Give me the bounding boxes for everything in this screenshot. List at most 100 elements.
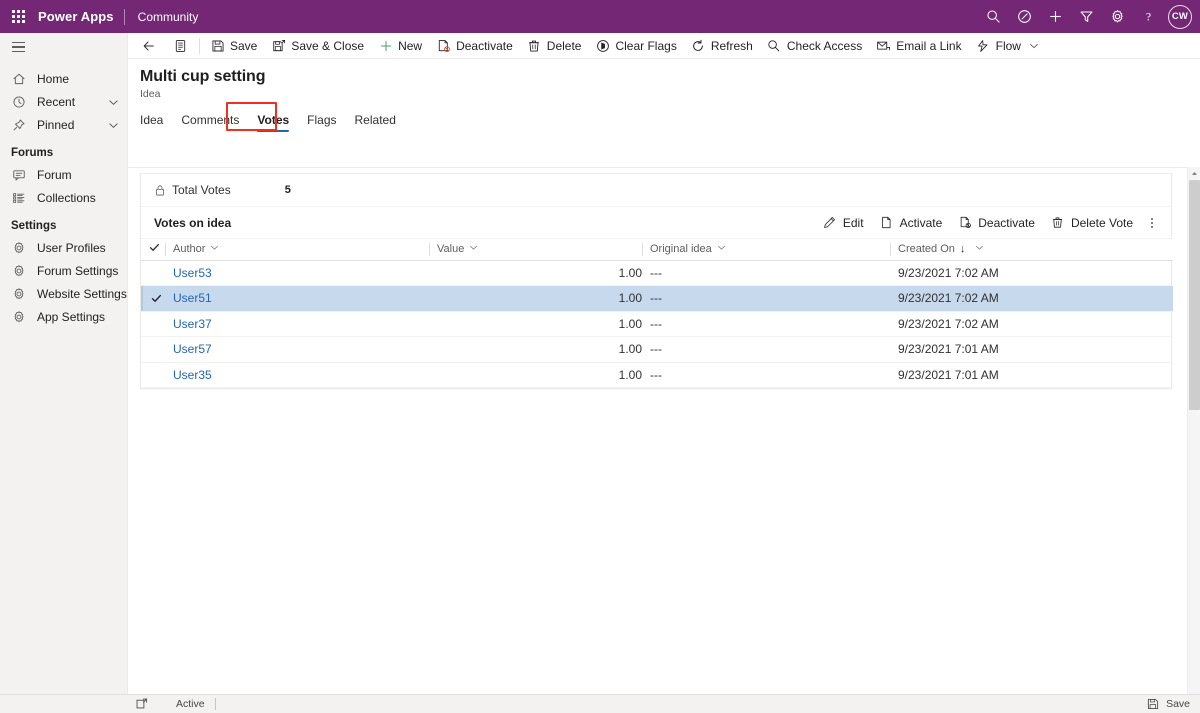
clear-flags-button[interactable]: Clear Flags <box>588 33 683 59</box>
author-link[interactable]: User37 <box>173 317 212 331</box>
sidebar-item-label: Collections <box>37 191 96 205</box>
sidebar-item-forum[interactable]: Forum <box>0 164 127 186</box>
hamburger-icon <box>12 42 25 52</box>
deactivate-button[interactable]: Deactivate <box>429 33 520 59</box>
assistant-button[interactable] <box>1009 0 1040 33</box>
svg-text:?: ? <box>1146 11 1151 24</box>
tab-comments[interactable]: Comments <box>172 113 248 134</box>
sidebar-item-home[interactable]: Home <box>0 68 127 90</box>
plus-icon <box>378 38 393 53</box>
command-label: Refresh <box>710 38 753 53</box>
tab-idea[interactable]: Idea <box>140 113 172 134</box>
delete-button[interactable]: Delete <box>520 33 589 59</box>
form-selector-button[interactable] <box>165 33 196 59</box>
deactivate-button[interactable]: Deactivate <box>950 210 1043 236</box>
activate-button[interactable]: Activate <box>872 210 951 236</box>
chevron-down-icon[interactable] <box>717 243 726 255</box>
cell-value: 1.00 <box>429 311 642 337</box>
sidebar-item-user-profiles[interactable]: User Profiles <box>0 237 127 259</box>
tab-votes[interactable]: Votes <box>248 113 298 134</box>
save-button[interactable]: Save <box>203 33 264 59</box>
refresh-button[interactable]: Refresh <box>684 33 760 59</box>
author-link[interactable]: User57 <box>173 342 212 356</box>
environment-name[interactable]: Community <box>125 10 199 24</box>
sitemap-toggle-button[interactable] <box>0 33 128 61</box>
statusbar-save-button[interactable]: Save <box>1145 696 1200 712</box>
flow-button[interactable]: Flow <box>969 33 1046 59</box>
column-header-label: Created On <box>898 243 955 256</box>
sidebar-item-recent[interactable]: Recent <box>0 91 127 113</box>
new-button[interactable]: New <box>371 33 429 59</box>
record-status-label: Active <box>176 698 205 710</box>
chevron-down-icon[interactable] <box>108 120 119 131</box>
total-votes-value: 5 <box>284 184 291 196</box>
power-apps-window: Power Apps Community ? CW Home Recent Pi… <box>0 0 1200 713</box>
table-row[interactable]: User35 1.00 --- 9/23/2021 7:01 AM <box>141 362 1173 388</box>
row-checkbox[interactable] <box>141 311 165 337</box>
command-label: Check Access <box>786 38 863 53</box>
sidebar-item-website-settings[interactable]: Website Settings <box>0 283 127 305</box>
row-checkbox[interactable] <box>141 260 165 286</box>
author-link[interactable]: User53 <box>173 266 212 280</box>
table-row[interactable]: User57 1.00 --- 9/23/2021 7:01 AM <box>141 336 1173 363</box>
cell-value: 1.00 <box>429 285 642 312</box>
author-link[interactable]: User51 <box>173 291 212 305</box>
scroll-up-button[interactable] <box>1188 167 1200 180</box>
new-button[interactable] <box>1040 0 1071 33</box>
save-and-close-button[interactable]: Save & Close <box>264 33 371 59</box>
row-checkbox[interactable] <box>141 336 165 363</box>
sidebar-item-forum-settings[interactable]: Forum Settings <box>0 260 127 282</box>
waffle-icon <box>11 10 25 23</box>
tab-content-region: Total Votes 5 Votes on idea Edit Activat… <box>128 167 1200 713</box>
subgrid-command-label: Edit <box>842 215 864 230</box>
tab-related[interactable]: Related <box>346 113 405 134</box>
vertical-scrollbar[interactable] <box>1187 167 1200 713</box>
chevron-down-icon[interactable] <box>108 97 119 108</box>
app-launcher-button[interactable] <box>0 0 36 33</box>
table-row[interactable]: User37 1.00 --- 9/23/2021 7:02 AM <box>141 311 1173 337</box>
delete-vote-button[interactable]: Delete Vote <box>1043 210 1141 236</box>
scrollbar-thumb[interactable] <box>1189 180 1200 410</box>
command-label: Delete <box>546 38 582 53</box>
gear-icon <box>11 286 27 302</box>
cell-original-idea: --- <box>642 362 890 388</box>
sidebar-item-app-settings[interactable]: App Settings <box>0 306 127 328</box>
settings-button[interactable] <box>1102 0 1133 33</box>
column-header-value[interactable]: Value <box>429 239 642 261</box>
back-button[interactable] <box>132 33 165 59</box>
author-link[interactable]: User35 <box>173 368 212 382</box>
table-row[interactable]: User53 1.00 --- 9/23/2021 7:02 AM <box>141 260 1173 286</box>
arrow-left-icon <box>141 38 156 53</box>
command-label: Flow <box>995 38 1021 53</box>
overflow-menu-button[interactable] <box>1141 210 1163 236</box>
edit-button[interactable]: Edit <box>815 210 872 236</box>
tab-flags[interactable]: Flags <box>298 113 345 134</box>
chevron-down-icon[interactable] <box>1026 41 1039 51</box>
chevron-down-icon[interactable] <box>469 243 478 255</box>
chevron-down-icon[interactable] <box>975 243 984 255</box>
flow-icon <box>976 38 991 53</box>
row-checkbox[interactable] <box>141 362 165 388</box>
select-all-header[interactable] <box>141 239 165 261</box>
check-access-button[interactable]: Check Access <box>760 33 869 59</box>
filter-button[interactable] <box>1071 0 1102 33</box>
chevron-down-icon[interactable] <box>210 243 219 255</box>
command-label: Save & Close <box>291 38 365 53</box>
brand-title[interactable]: Power Apps <box>36 9 124 24</box>
sidebar-item-collections[interactable]: Collections <box>0 187 127 209</box>
user-avatar[interactable]: CW <box>1168 4 1192 29</box>
search-button[interactable] <box>978 0 1009 33</box>
row-checkbox[interactable] <box>141 285 165 312</box>
help-button[interactable]: ? <box>1133 0 1164 33</box>
email-a-link-button[interactable]: Email a Link <box>869 33 968 59</box>
column-header-created-on[interactable]: Created On ↓ <box>890 239 1173 261</box>
checkmark-icon <box>149 291 163 305</box>
sidebar-item-pinned[interactable]: Pinned <box>0 114 127 136</box>
column-header-author[interactable]: Author <box>165 239 429 261</box>
column-header-original-idea[interactable]: Original idea <box>642 239 890 261</box>
cell-value: 1.00 <box>429 336 642 363</box>
record-state-icon <box>134 696 150 712</box>
filter-icon <box>1080 11 1093 22</box>
table-row[interactable]: User51 1.00 --- 9/23/2021 7:02 AM <box>141 285 1173 312</box>
status-bar: Active Save <box>128 694 1200 713</box>
